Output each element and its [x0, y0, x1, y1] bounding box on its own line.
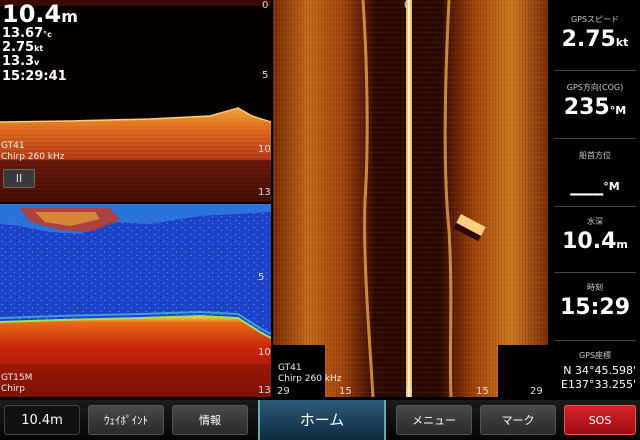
pause-button[interactable]: II — [3, 169, 35, 188]
depth-scale-label: 5 — [262, 70, 269, 81]
depth-scale-label: 10 — [258, 347, 271, 358]
depth-display-button[interactable]: 10.4m — [4, 405, 80, 435]
waypoint-button[interactable]: ｳｪｲﾎﾟｲﾝﾄ — [88, 405, 164, 435]
transducer-label: GT41 Chirp 260 kHz — [278, 363, 342, 385]
menu-button[interactable]: メニュー — [396, 405, 472, 435]
time-readout: 15:29:41 — [2, 69, 67, 84]
bottom-toolbar: 10.4m ｳｪｲﾎﾟｲﾝﾄ 情報 ホーム メニュー マーク SOS — [0, 400, 640, 440]
gps-speed-unit: kt — [615, 36, 629, 49]
speed-unit: kt — [34, 44, 44, 53]
depth-value: 10.4 — [562, 229, 617, 254]
gps-cog-value: 235 — [563, 95, 610, 120]
gps-cog-label: GPS方向(COG) — [566, 83, 624, 92]
range-scale-label: 29 — [277, 386, 290, 397]
range-scale-label: 15 — [476, 386, 489, 397]
depth-scale-label: 0 — [262, 0, 269, 11]
transducer-name: GT41 — [1, 141, 25, 151]
heading-label: 船首方位 — [579, 151, 611, 160]
sidevu-image — [273, 0, 548, 397]
voltage-value: 13.3 — [2, 54, 35, 69]
water-temp-value: 13.67 — [2, 26, 44, 41]
depth-unit: m — [61, 7, 78, 26]
gps-speed-label: GPSスピード — [570, 15, 620, 24]
heading-unit: °M — [603, 180, 620, 193]
transducer-frequency: Chirp 260 kHz — [278, 374, 342, 384]
voltage-unit: v — [34, 58, 40, 67]
voltage-readout: 13.3v — [2, 55, 39, 68]
sonar-chirp-image — [0, 204, 271, 397]
depth-label: 水深 — [587, 217, 603, 226]
home-button[interactable]: ホーム — [258, 400, 386, 440]
transducer-name: GT15M — [1, 373, 33, 383]
depth-field[interactable]: 水深 10.4m — [550, 216, 640, 253]
transducer-label: GT41 Chirp 260 kHz — [1, 141, 65, 163]
divider — [554, 272, 636, 273]
divider — [554, 138, 636, 139]
range-scale-label: 0 — [404, 0, 411, 11]
range-scale-label: 0 — [406, 386, 413, 397]
depth-scale-label: 13 — [258, 385, 271, 396]
sonar-2d-pane[interactable]: 10.4m 13.67°c 2.75kt 13.3v 15:29:41 0 5 … — [0, 0, 271, 202]
gps-cog-field[interactable]: GPS方向(COG) 235°M — [550, 82, 640, 119]
mark-button[interactable]: マーク — [480, 405, 556, 435]
gps-speed-field[interactable]: GPSスピード 2.75kt — [550, 14, 640, 51]
range-scale-label: 15 — [339, 386, 352, 397]
speed-readout: 2.75kt — [2, 41, 43, 54]
gps-speed-value: 2.75 — [561, 27, 616, 52]
depth-unit: m — [616, 238, 628, 251]
time-value: 15:29 — [559, 295, 631, 320]
depth-value: 10.4 — [2, 0, 62, 28]
time-label: 時刻 — [587, 283, 603, 292]
time-field[interactable]: 時刻 15:29 — [550, 282, 640, 319]
gps-longitude: E137°33.255' — [561, 378, 636, 391]
data-bar: GPSスピード 2.75kt GPS方向(COG) 235°M 船首方位 ___… — [550, 0, 640, 397]
sidevu-pane[interactable]: 0 GT41 Chirp 260 kHz 29 15 0 15 29 — [273, 0, 548, 397]
heading-field[interactable]: 船首方位 ___°M — [550, 150, 640, 195]
depth-scale-label: 5 — [258, 272, 265, 283]
water-temp-unit: °c — [43, 30, 52, 39]
heading-value: ___ — [570, 171, 604, 196]
transducer-name: GT41 — [278, 363, 302, 373]
divider — [554, 70, 636, 71]
gps-coords-field[interactable]: GPS座標 N 34°45.598' E137°33.255' — [550, 350, 640, 392]
depth-readout: 10.4m — [2, 2, 78, 26]
water-temp-readout: 13.67°c — [2, 27, 52, 40]
divider — [554, 340, 636, 341]
divider — [554, 206, 636, 207]
depth-scale-label: 10 — [258, 144, 271, 155]
info-button[interactable]: 情報 — [172, 405, 248, 435]
sos-button[interactable]: SOS — [564, 405, 636, 435]
range-scale-label: 29 — [530, 386, 543, 397]
transducer-frequency: Chirp 260 kHz — [1, 152, 65, 162]
gps-cog-unit: °M — [609, 104, 627, 117]
gps-latitude: N 34°45.598' — [563, 364, 636, 377]
gps-coords-label: GPS座標 — [578, 351, 612, 360]
speed-value: 2.75 — [2, 40, 35, 55]
transducer-frequency: Chirp — [1, 384, 25, 394]
depth-scale-label: 13 — [258, 187, 271, 198]
sonar-chirp-pane[interactable]: 5 10 13 GT15M Chirp — [0, 204, 271, 397]
transducer-label: GT15M Chirp — [1, 373, 32, 395]
